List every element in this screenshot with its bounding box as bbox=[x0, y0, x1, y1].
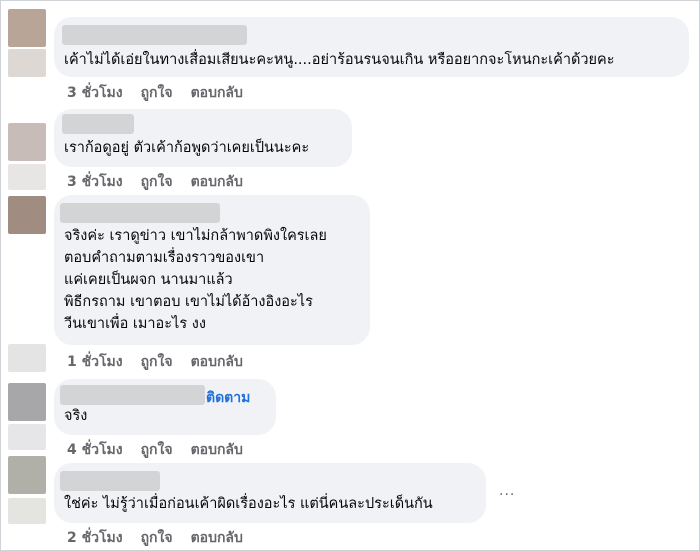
commenter-name[interactable] bbox=[60, 203, 220, 223]
commenter-name[interactable] bbox=[60, 471, 160, 491]
avatar[interactable] bbox=[8, 9, 46, 47]
comment-time[interactable]: 1 ชั่วโมง bbox=[67, 354, 123, 370]
comment-bubble: จริงค่ะ เราดูข่าว เขาไม่กล้าพาดพิงใครเลย… bbox=[54, 195, 370, 345]
comment-actions: 2 ชั่วโมง ถูกใจ ตอบกลับ bbox=[67, 527, 261, 549]
comment-actions: 3 ชั่วโมง ถูกใจ ตอบกลับ bbox=[67, 82, 261, 104]
comment-text: เค้าไม่ได้เอ่ยในทางเสื่อมเสียนะคะหนู....… bbox=[64, 52, 615, 68]
comment-time[interactable]: 3 ชั่วโมง bbox=[67, 85, 123, 101]
follow-button[interactable]: ติดตาม bbox=[206, 387, 250, 409]
comment-time[interactable]: 4 ชั่วโมง bbox=[67, 442, 123, 458]
avatar[interactable] bbox=[8, 123, 46, 161]
like-button[interactable]: ถูกใจ bbox=[141, 354, 173, 370]
reply-button[interactable]: ตอบกลับ bbox=[191, 85, 243, 101]
reply-button[interactable]: ตอบกลับ bbox=[191, 530, 243, 546]
comments-panel: เค้าไม่ได้เอ่ยในทางเสื่อมเสียนะคะหนู....… bbox=[0, 0, 700, 551]
avatar[interactable] bbox=[8, 196, 46, 234]
commenter-name[interactable] bbox=[62, 25, 247, 45]
comment-text: จริง bbox=[64, 408, 88, 424]
comment-bubble: เราก้อดูอยู่ ตัวเค้าก้อพูดว่าเคยเป็นนะคะ bbox=[54, 109, 352, 167]
comment-actions: 1 ชั่วโมง ถูกใจ ตอบกลับ bbox=[67, 351, 261, 373]
comment-bubble: ใช่ค่ะ ไม่รู้ว่าเมื่อก่อนเค้าผิดเรื่องอะ… bbox=[54, 463, 486, 523]
more-options-icon[interactable]: ... bbox=[499, 483, 515, 499]
comment-text: ใช่ค่ะ ไม่รู้ว่าเมื่อก่อนเค้าผิดเรื่องอะ… bbox=[64, 496, 433, 512]
avatar-blur bbox=[8, 344, 46, 372]
comment-time[interactable]: 2 ชั่วโมง bbox=[67, 530, 123, 546]
avatar-blur bbox=[8, 49, 46, 77]
like-button[interactable]: ถูกใจ bbox=[141, 174, 173, 190]
like-button[interactable]: ถูกใจ bbox=[141, 85, 173, 101]
comment-actions: 4 ชั่วโมง ถูกใจ ตอบกลับ bbox=[67, 439, 261, 461]
reply-button[interactable]: ตอบกลับ bbox=[191, 174, 243, 190]
reply-button[interactable]: ตอบกลับ bbox=[191, 442, 243, 458]
avatar-blur bbox=[8, 498, 46, 524]
commenter-name[interactable] bbox=[60, 385, 205, 405]
comment-time[interactable]: 3 ชั่วโมง bbox=[67, 174, 123, 190]
comment-text: เราก้อดูอยู่ ตัวเค้าก้อพูดว่าเคยเป็นนะคะ bbox=[64, 140, 310, 156]
comment-bubble: ติดตาม จริง bbox=[54, 379, 276, 435]
comment-text: จริงค่ะ เราดูข่าว เขาไม่กล้าพาดพิงใครเลย… bbox=[64, 228, 327, 332]
comment-actions: 3 ชั่วโมง ถูกใจ ตอบกลับ bbox=[67, 171, 261, 193]
avatar[interactable] bbox=[8, 456, 46, 494]
avatar-blur bbox=[8, 164, 46, 190]
avatar-blur bbox=[8, 424, 46, 450]
comment-bubble: เค้าไม่ได้เอ่ยในทางเสื่อมเสียนะคะหนู....… bbox=[54, 17, 689, 77]
like-button[interactable]: ถูกใจ bbox=[141, 530, 173, 546]
commenter-name[interactable] bbox=[62, 114, 134, 134]
avatar[interactable] bbox=[8, 383, 46, 421]
reply-button[interactable]: ตอบกลับ bbox=[191, 354, 243, 370]
like-button[interactable]: ถูกใจ bbox=[141, 442, 173, 458]
